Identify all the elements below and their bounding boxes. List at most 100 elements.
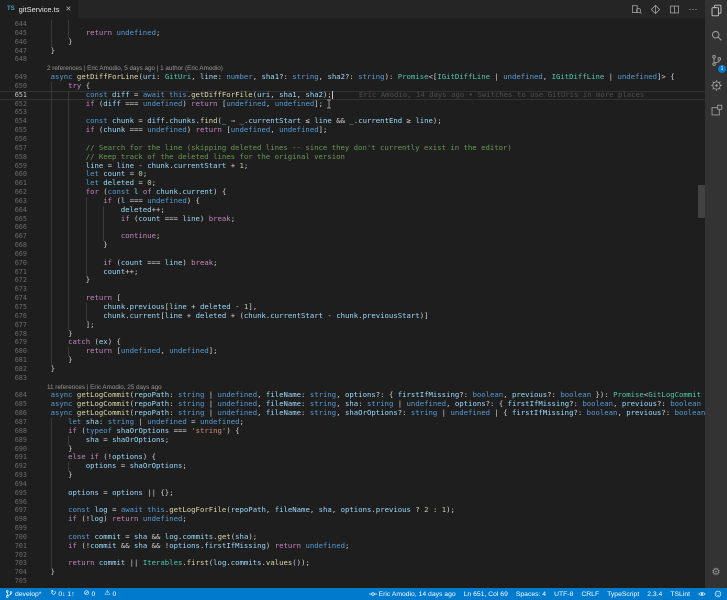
split-editor-icon[interactable] [668,3,680,15]
line-number[interactable]: 676 [0,312,33,321]
code-line[interactable]: 683 [0,374,705,383]
line-number[interactable]: 674 [0,294,33,303]
line-number[interactable]: 659 [0,162,33,171]
line-number[interactable]: 668 [0,241,33,250]
line-number[interactable]: 694 [0,480,33,489]
status-warning[interactable]: ⚠ 0 [104,588,116,600]
line-number[interactable]: 699 [0,524,33,533]
code-line[interactable]: 672} [0,276,705,285]
line-number[interactable]: 698 [0,515,33,524]
line-number[interactable]: 662 [0,188,33,197]
line-number[interactable]: 646 [0,38,33,47]
code-line[interactable]: 663 if (l === undefined) { [0,196,705,206]
status-eye[interactable] [698,590,706,598]
code-line[interactable]: 677]; [0,320,705,330]
line-number[interactable]: 645 [0,29,33,38]
code-editor[interactable]: 644 645 return undefined; 646} 647} 648 2 refe… [0,18,705,588]
activity-extensions[interactable] [705,100,727,125]
gear-icon[interactable]: ⚙ [705,562,727,582]
line-number[interactable]: 666 [0,223,33,232]
code-line[interactable]: 701 if (!commit && sha && !options.firstI… [0,541,705,551]
code-line[interactable]: 655 if (chunk === undefined) return [unde… [0,125,705,135]
line-number[interactable]: 688 [0,427,33,436]
open-changes-icon[interactable] [630,3,642,15]
line-number[interactable]: 685 [0,400,33,409]
code-line[interactable]: 668} [0,240,705,250]
status-ln-651-col-69[interactable]: Ln 651, Col 69 [464,591,508,598]
code-line[interactable]: 692 options = shaOrOptions; [0,461,705,471]
line-number[interactable]: 644 [0,20,33,29]
scrollbar-slider[interactable] [698,185,705,218]
more-actions-icon[interactable]: ⋯ [687,3,699,15]
status-2-3-4[interactable]: 2.3.4 [647,591,662,598]
line-number[interactable]: 664 [0,206,33,215]
code-line[interactable]: 703 return commit || Iterables.first(log.… [0,559,705,568]
code-line[interactable]: 665 if (count === line) break; [0,214,705,224]
line-number[interactable]: 657 [0,144,33,153]
status-utf-8[interactable]: UTF-8 [554,591,573,598]
status-sync[interactable]: ↻ 0↓ 1↑ [50,588,74,600]
code-line[interactable]: 682} [0,364,705,374]
line-number[interactable]: 665 [0,215,33,224]
line-number[interactable]: 697 [0,506,33,515]
line-number[interactable]: 703 [0,559,33,568]
code-line[interactable]: 681} [0,355,705,365]
editor-scrollbar[interactable] [698,18,705,588]
line-number[interactable]: 680 [0,347,33,356]
line-number[interactable]: 700 [0,533,33,542]
code-line[interactable]: 647} [0,46,705,56]
status-crlf[interactable]: CRLF [581,591,599,598]
status-tslint[interactable]: TSLint [670,591,690,598]
gitlens-compare-icon[interactable] [649,3,661,15]
code-line[interactable]: 680 return [undefined, undefined]; [0,346,705,356]
status-spaces-4[interactable]: Spaces: 4 [516,591,546,598]
code-line[interactable]: 693} [0,470,705,480]
line-number[interactable]: 692 [0,462,33,471]
line-number[interactable]: 701 [0,542,33,551]
code-line[interactable]: 652 if (diff === undefined) return [undef… [0,99,705,109]
line-number[interactable]: 667 [0,232,33,241]
code-line[interactable]: 698 if (!log) return undefined; [0,514,705,524]
line-number[interactable]: 673 [0,285,33,294]
line-number[interactable]: 681 [0,356,33,365]
line-number[interactable]: 677 [0,321,33,330]
status-branch[interactable]: develop* [5,590,41,598]
code-line[interactable]: 649 async getDiffForLine(uri: GitUri, lin… [0,72,705,82]
line-number[interactable]: 682 [0,365,33,374]
line-number[interactable]: 671 [0,268,33,277]
line-number[interactable]: 686 [0,409,33,418]
line-number[interactable]: 661 [0,179,33,188]
code-line[interactable]: 695 options = options || {}; [0,488,705,498]
code-line[interactable]: 704} [0,567,705,577]
line-number[interactable]: 695 [0,489,33,498]
activity-explorer[interactable] [705,0,727,25]
line-number[interactable]: 647 [0,47,33,56]
code-line[interactable]: 705 [0,577,705,586]
line-number[interactable]: 670 [0,259,33,268]
line-number[interactable]: 653 [0,108,33,117]
line-number[interactable]: 658 [0,153,33,162]
line-number[interactable]: 684 [0,391,33,400]
line-number[interactable]: 679 [0,338,33,347]
line-number[interactable]: 649 [0,73,33,82]
line-number[interactable]: 652 [0,100,33,109]
code-line[interactable]: 676 chunk.current[line + deleted + (chunk… [0,311,705,321]
activity-source-control[interactable]: 1 [705,50,727,75]
line-number[interactable]: 648 [0,55,33,64]
close-tab-icon[interactable]: ✕ [66,5,72,13]
line-number[interactable]: 675 [0,303,33,312]
tab-gitservice-ts[interactable]: TS gitService.ts ✕ [0,0,79,18]
status-error[interactable]: ⊘ 0 [84,588,96,600]
code-line[interactable]: 671 count++; [0,267,705,277]
code-line[interactable]: 646} [0,37,705,47]
line-number[interactable]: 683 [0,374,33,383]
code-line[interactable]: 664 deleted++; [0,205,705,215]
line-number[interactable]: 690 [0,445,33,454]
line-number[interactable]: 702 [0,551,33,560]
activity-debug[interactable] [705,75,727,100]
code-line[interactable]: 689 sha = shaOrOptions; [0,435,705,445]
line-number[interactable]: 660 [0,170,33,179]
line-number[interactable]: 656 [0,135,33,144]
status-commit[interactable]: Eric Amodio, 14 days ago [368,590,456,598]
status-smiley[interactable] [714,590,722,598]
